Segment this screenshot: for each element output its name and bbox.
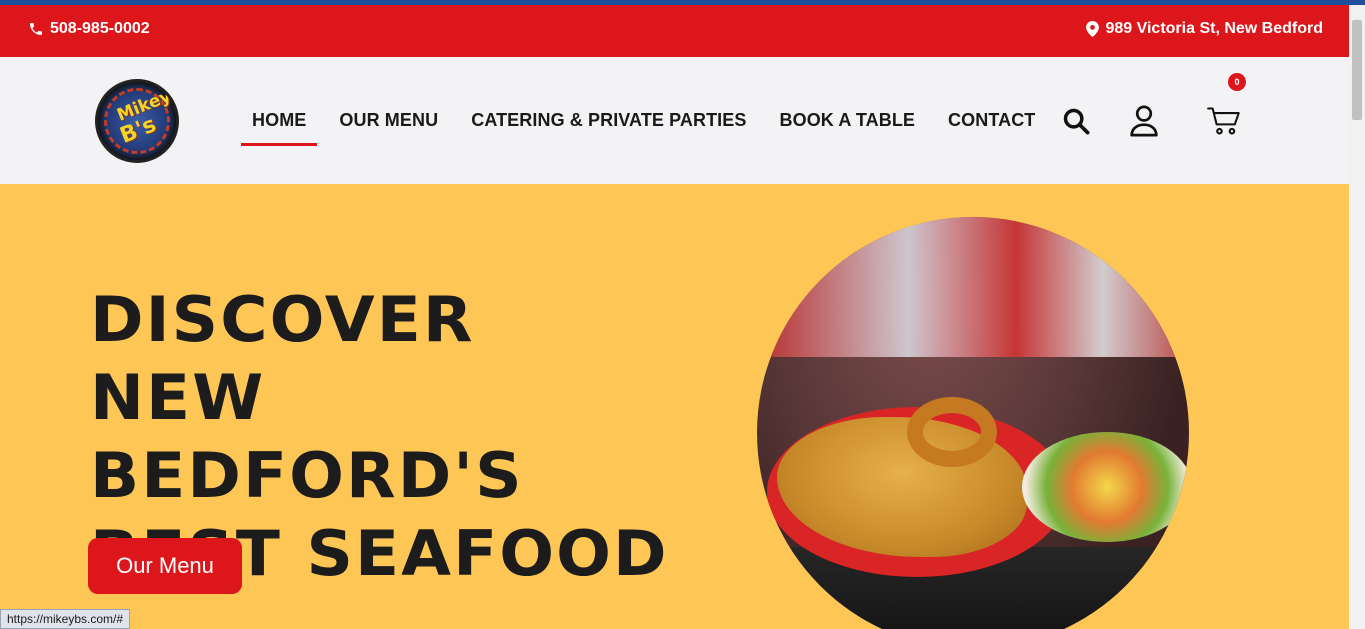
account-button[interactable] bbox=[1128, 57, 1160, 184]
user-icon bbox=[1130, 104, 1158, 137]
search-icon bbox=[1063, 108, 1090, 135]
site-header: Mikey B's HOME OUR MENU CATERING & PRIVA… bbox=[0, 57, 1349, 184]
page-scrollbar[interactable] bbox=[1349, 5, 1365, 629]
photo-onion-ring bbox=[907, 397, 997, 467]
scrollbar-thumb[interactable] bbox=[1352, 20, 1362, 120]
hero-food-photo bbox=[757, 217, 1189, 629]
nav-catering-private-parties[interactable]: CATERING & PRIVATE PARTIES bbox=[460, 110, 757, 131]
phone-number: 508-985-0002 bbox=[50, 20, 150, 37]
link-status-bar: https://mikeybs.com/# bbox=[0, 609, 131, 629]
phone-icon bbox=[30, 23, 42, 35]
site-logo[interactable]: Mikey B's bbox=[95, 79, 179, 163]
nav-contact[interactable]: CONTACT bbox=[937, 110, 1046, 131]
hero-section: DISCOVER NEW BEDFORD'S BEST SEAFOOD Our … bbox=[0, 184, 1349, 629]
address-text: 989 Victoria St, New Bedford bbox=[1105, 20, 1323, 37]
photo-background-wall bbox=[757, 217, 1189, 357]
phone-link[interactable]: 508-985-0002 bbox=[28, 20, 150, 38]
nav-book-a-table[interactable]: BOOK A TABLE bbox=[769, 110, 927, 131]
cart-count-badge: 0 bbox=[1228, 73, 1246, 91]
contact-topbar: 508-985-0002 989 Victoria St, New Bedfor… bbox=[0, 5, 1349, 57]
photo-salad-bowl bbox=[1022, 432, 1189, 542]
address-link[interactable]: 989 Victoria St, New Bedford bbox=[1086, 20, 1323, 38]
main-nav: HOME OUR MENU CATERING & PRIVATE PARTIES… bbox=[241, 57, 1046, 184]
map-pin-icon bbox=[1086, 21, 1100, 37]
cart-icon bbox=[1207, 107, 1240, 134]
our-menu-button[interactable]: Our Menu bbox=[88, 538, 242, 594]
nav-home[interactable]: HOME bbox=[241, 110, 318, 146]
nav-our-menu[interactable]: OUR MENU bbox=[328, 110, 449, 131]
search-button[interactable] bbox=[1060, 57, 1092, 184]
